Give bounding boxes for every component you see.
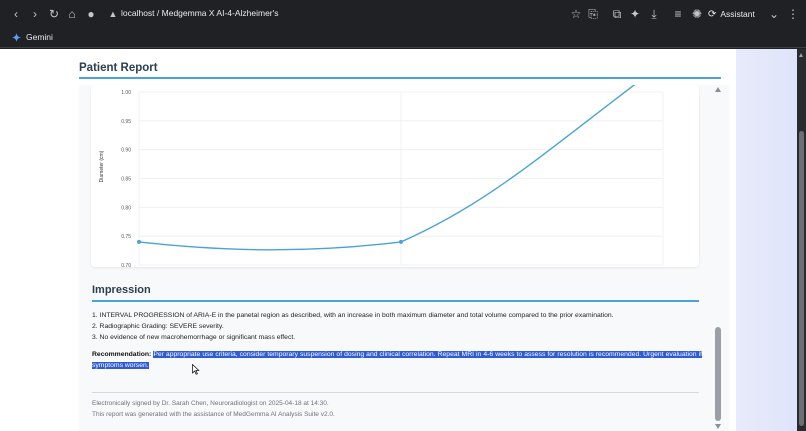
page-viewport: Patient Report 0.70 0.75 0.80 0.85 0.90 0.95 1… [0, 49, 797, 431]
chart-svg: 0.700.750.800.850.900.951.002025-02-2720… [99, 85, 664, 267]
y-axis-label: Diameter (cm) [99, 150, 105, 182]
menu-icon[interactable]: ⋮ [786, 7, 800, 21]
assistant-icon: ⟳ [708, 8, 717, 20]
report-card: Patient Report 0.70 0.75 0.80 0.85 0.90 0.95 1… [62, 49, 736, 431]
scroll-up-icon[interactable] [715, 87, 721, 92]
recommendation-label: Recommendation: [92, 351, 152, 358]
y-tick-label: 0.70 [121, 263, 131, 267]
address-bar[interactable]: localhost / Medgemma X AI-4-Alzheimer's [121, 8, 279, 18]
bookmark-label: Gemini [26, 32, 53, 42]
page-margin-right [736, 49, 797, 431]
impression-divider [92, 300, 699, 302]
forward-icon[interactable]: › [28, 7, 42, 21]
recommendation[interactable]: Recommendation: Per appropriate use crit… [92, 349, 702, 371]
reading-list-icon[interactable]: ≡ [671, 7, 685, 21]
signature-divider [92, 392, 699, 393]
back-icon[interactable]: ‹ [9, 7, 23, 21]
scroll-up-icon[interactable] [799, 53, 803, 57]
signed-by-text: Electronically signed by Dr. Sarah Chen,… [92, 400, 329, 407]
impression-list: 1. INTERVAL PROGRESSION of ARIA-E in the… [92, 310, 702, 343]
page-title: Patient Report [79, 62, 158, 74]
bookmark-gemini[interactable]: Gemini [12, 32, 53, 42]
cursor-icon [192, 364, 200, 375]
title-divider [79, 77, 721, 79]
report-scroll-area[interactable]: 0.700.750.800.850.900.951.002025-02-2720… [79, 85, 729, 431]
generated-by-text: This report was generated with the assis… [92, 411, 335, 418]
data-point [137, 239, 141, 244]
impression-heading: Impression [92, 284, 151, 296]
assistant-label: Assistant [720, 9, 755, 19]
settings-icon[interactable]: ✺ [690, 7, 704, 21]
y-tick-label: 0.85 [121, 177, 131, 183]
gemini-icon [12, 32, 21, 42]
assistant-button[interactable]: ⟳ Assistant [708, 6, 755, 22]
report-scrollbar[interactable] [714, 85, 722, 431]
impression-item: 1. INTERVAL PROGRESSION of ARIA-E in the… [92, 312, 614, 319]
y-tick-label: 1.00 [121, 90, 131, 96]
impression-item: 2. Radiographic Grading: SEVERE severity… [92, 323, 224, 330]
reload-icon[interactable]: ↻ [47, 7, 61, 21]
bookmarks-bar: Gemini [0, 28, 806, 48]
y-tick-label: 0.90 [121, 148, 131, 154]
signature-block: Electronically signed by Dr. Sarah Chen,… [92, 398, 335, 420]
recommendation-text-selected[interactable]: Per appropriate use criteria, consider t… [92, 351, 702, 369]
y-tick-label: 0.95 [121, 119, 131, 125]
page-margin-left [0, 49, 62, 431]
scroll-down-icon[interactable] [715, 424, 721, 429]
data-point [399, 239, 403, 244]
diameter-chart: 0.700.750.800.850.900.951.002025-02-2720… [91, 85, 699, 267]
chevron-down-icon[interactable]: ⌄ [767, 7, 781, 21]
browser-toolbar: ‹ › ↻ ⌂ ● ▲ localhost / Medgemma X AI-4-… [0, 0, 806, 28]
site-info-icon[interactable]: ▲ [106, 7, 120, 21]
star-icon[interactable]: ☆ [569, 7, 583, 21]
y-tick-label: 0.75 [121, 234, 131, 240]
home-icon[interactable]: ⌂ [65, 7, 79, 21]
translate-icon[interactable]: ⎘ [586, 7, 600, 21]
mic-icon[interactable]: ● [84, 7, 98, 21]
screenshot-icon[interactable]: ⧉ [610, 7, 624, 21]
scrollbar-thumb[interactable] [715, 327, 721, 421]
page-scrollbar[interactable] [797, 49, 806, 431]
download-icon[interactable]: ⤓ [647, 7, 661, 21]
extensions-icon[interactable]: ✦ [628, 7, 642, 21]
y-tick-label: 0.80 [121, 205, 131, 211]
impression-item: 3. No evidence of new macrohemorrhage or… [92, 334, 296, 341]
page-scrollbar-thumb[interactable] [799, 131, 804, 426]
